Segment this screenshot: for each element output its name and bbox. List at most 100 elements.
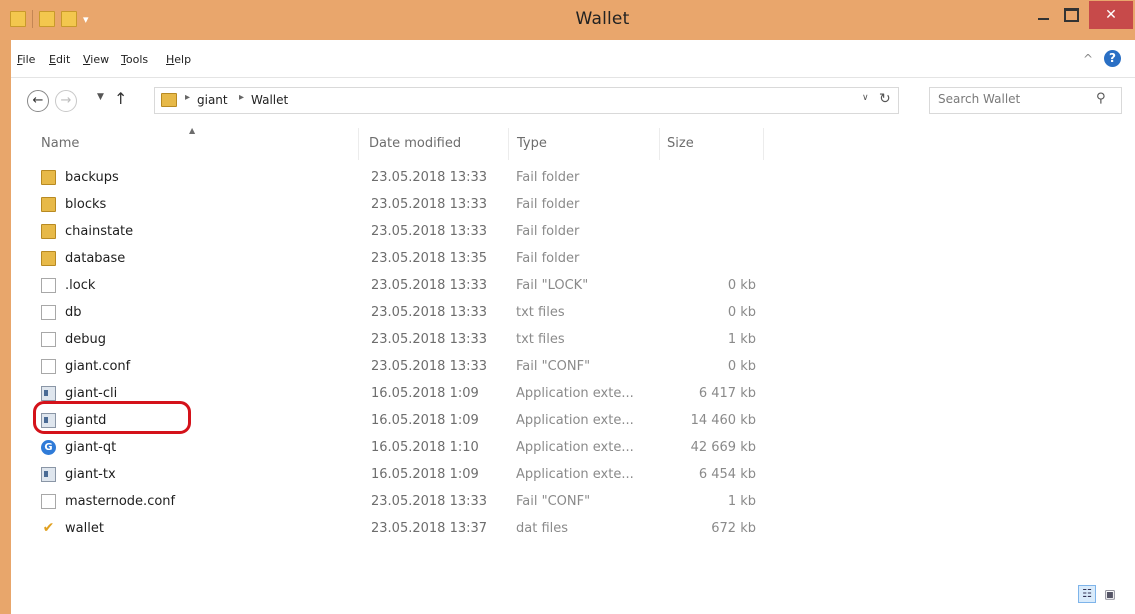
file-row[interactable]: giant-tx 16.05.2018 1:09 Application ext… [11,461,771,488]
maximize-button[interactable] [1057,1,1085,29]
file-date: 23.05.2018 13:33 [371,359,488,374]
file-row[interactable]: database 23.05.2018 13:35 Fail folder [11,245,771,272]
file-name: debug [65,332,106,347]
large-icons-view-icon[interactable]: ▣ [1101,585,1119,603]
file-icon [41,494,56,509]
title-bar[interactable]: ▾ Wallet ✕ [0,0,1135,40]
sort-ascending-icon: ▲ [189,126,196,135]
menu-bar: File Edit View Tools Help ^ ? [11,40,1135,78]
search-input[interactable] [938,92,1088,106]
folder-icon [41,197,56,212]
folder-icon [41,251,56,266]
file-date: 23.05.2018 13:33 [371,224,488,239]
file-date: 16.05.2018 1:10 [371,440,479,455]
file-row[interactable]: db 23.05.2018 13:33 txt files 0 kb [11,299,771,326]
file-type: Fail "CONF" [516,494,591,509]
chevron-right-icon[interactable]: ▸ [239,92,244,103]
file-type: Fail "LOCK" [516,278,589,293]
close-button[interactable]: ✕ [1089,1,1133,29]
application-icon [41,467,56,482]
file-date: 16.05.2018 1:09 [371,467,479,482]
file-type: Application exte... [516,440,634,455]
search-icon[interactable]: ⚲ [1096,91,1106,106]
text-file-icon [41,332,56,347]
folder-icon [41,170,56,185]
breadcrumb-giant[interactable]: giant [197,93,228,107]
column-type[interactable]: Type [517,136,547,151]
refresh-icon[interactable]: ↻ [879,91,891,107]
file-type: txt files [516,305,565,320]
file-row[interactable]: backups 23.05.2018 13:33 Fail folder [11,164,771,191]
menu-tools[interactable]: Tools [121,53,148,66]
file-name: masternode.conf [65,494,176,509]
help-icon[interactable]: ? [1104,50,1121,67]
file-row[interactable]: masternode.conf 23.05.2018 13:33 Fail "C… [11,488,771,515]
column-divider[interactable] [508,128,509,160]
file-date: 23.05.2018 13:33 [371,305,488,320]
file-type: Application exte... [516,413,634,428]
minimize-button[interactable] [1029,1,1057,29]
file-name: backups [65,170,119,185]
file-type: Application exte... [516,467,634,482]
file-type: Application exte... [516,386,634,401]
file-date: 23.05.2018 13:33 [371,494,488,509]
column-headers: ▲ Name Date modified Type Size [11,124,1135,164]
file-type: dat files [516,521,569,536]
file-row[interactable]: chainstate 23.05.2018 13:33 Fail folder [11,218,771,245]
file-size: 0 kb [727,278,756,293]
column-name[interactable]: Name [41,136,79,151]
details-view-icon[interactable]: ☷ [1078,585,1096,603]
file-icon [41,359,56,374]
file-name: giant-qt [65,440,117,455]
file-size: 6 454 kb [698,467,756,482]
column-divider[interactable] [358,128,359,160]
file-size: 0 kb [727,359,756,374]
back-button[interactable]: ← [27,90,49,112]
recent-locations-icon[interactable]: ▼ [97,92,104,102]
file-type: Fail folder [516,251,580,266]
file-row[interactable]: .lock 23.05.2018 13:33 Fail "LOCK" 0 kb [11,272,771,299]
window-title: Wallet [0,9,1135,29]
text-file-icon [41,305,56,320]
chevron-right-icon[interactable]: ▸ [185,92,190,103]
file-name: db [65,305,82,320]
file-name: chainstate [65,224,134,239]
menu-view[interactable]: View [83,53,109,66]
search-box[interactable]: ⚲ [929,87,1122,114]
file-size: 1 kb [727,494,756,509]
address-bar[interactable]: ▸ giant ▸ Wallet ∨ ↻ [154,87,899,114]
folder-icon [161,93,177,107]
file-name: giant-cli [65,386,118,401]
column-date-modified[interactable]: Date modified [369,136,461,151]
menu-edit[interactable]: Edit [49,53,70,66]
file-row[interactable]: G giant-qt 16.05.2018 1:10 Application e… [11,434,771,461]
file-type: Fail folder [516,197,580,212]
file-size: 672 kb [711,521,756,536]
column-divider[interactable] [659,128,660,160]
breadcrumb-wallet[interactable]: Wallet [251,93,288,107]
folder-icon [41,224,56,239]
file-date: 16.05.2018 1:09 [371,386,479,401]
file-type: Fail folder [516,224,580,239]
up-arrow-icon[interactable]: ↑ [114,89,127,108]
menu-file[interactable]: File [17,53,35,66]
file-size: 14 460 kb [690,413,756,428]
file-row[interactable]: giant.conf 23.05.2018 13:33 Fail "CONF" … [11,353,771,380]
forward-button[interactable]: → [55,90,77,112]
file-size: 42 669 kb [690,440,756,455]
address-row: ← → ▼ ↑ ▸ giant ▸ Wallet ∨ ↻ ⚲ [11,78,1135,124]
file-row[interactable]: ✔ wallet 23.05.2018 13:37 dat files 672 … [11,515,771,542]
chevron-up-icon[interactable]: ^ [1083,52,1093,66]
column-size[interactable]: Size [667,136,694,151]
chevron-down-icon[interactable]: ∨ [862,93,869,103]
menu-help[interactable]: Help [166,53,191,66]
explorer-panel: File Edit View Tools Help ^ ? ← → ▼ ↑ ▸ … [11,40,1135,614]
file-name: .lock [65,278,96,293]
file-size: 0 kb [727,305,756,320]
file-row[interactable]: blocks 23.05.2018 13:33 Fail folder [11,191,771,218]
column-divider[interactable] [763,128,764,160]
file-row[interactable]: debug 23.05.2018 13:33 txt files 1 kb [11,326,771,353]
file-date: 23.05.2018 13:33 [371,332,488,347]
file-name: wallet [65,521,104,536]
explorer-window: ▾ Wallet ✕ File Edit View Tools Help ^ ?… [0,0,1135,614]
